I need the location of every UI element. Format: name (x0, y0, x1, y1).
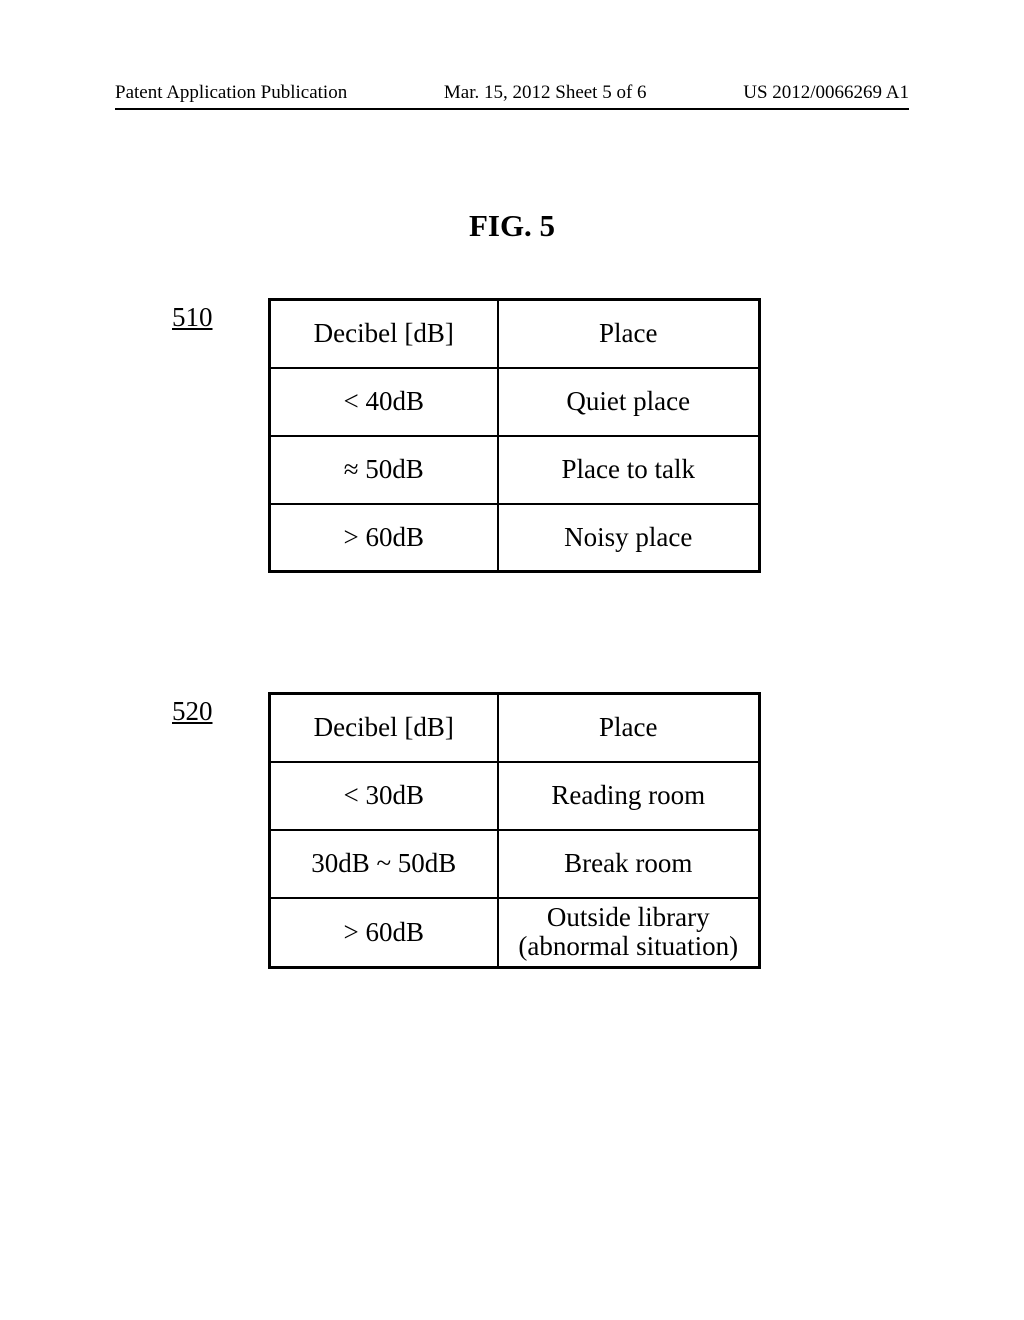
table-row: ≈ 50dB Place to talk (270, 436, 760, 504)
cell-place: Break room (498, 830, 760, 898)
reference-label-510: 510 (172, 302, 213, 333)
table-row: Decibel [dB] Place (270, 694, 760, 762)
cell-place: Reading room (498, 762, 760, 830)
table-520: Decibel [dB] Place < 30dB Reading room 3… (268, 692, 761, 969)
table-row: 30dB ~ 50dB Break room (270, 830, 760, 898)
table-header-place: Place (498, 694, 760, 762)
cell-place: Noisy place (498, 504, 760, 572)
cell-decibel: ≈ 50dB (270, 436, 498, 504)
table-row: > 60dB Noisy place (270, 504, 760, 572)
cell-place: Quiet place (498, 368, 760, 436)
table-header-place: Place (498, 300, 760, 368)
header-left: Patent Application Publication (115, 82, 347, 104)
header-center: Mar. 15, 2012 Sheet 5 of 6 (444, 82, 647, 104)
table-row: > 60dB Outside library(abnormal situatio… (270, 898, 760, 968)
table-header-decibel: Decibel [dB] (270, 694, 498, 762)
reference-label-520: 520 (172, 696, 213, 727)
table-row: < 30dB Reading room (270, 762, 760, 830)
table-510: Decibel [dB] Place < 40dB Quiet place ≈ … (268, 298, 761, 573)
cell-place: Outside library(abnormal situation) (498, 898, 760, 968)
figure-title: FIG. 5 (0, 208, 1024, 244)
cell-decibel: 30dB ~ 50dB (270, 830, 498, 898)
cell-decibel: < 40dB (270, 368, 498, 436)
cell-place: Place to talk (498, 436, 760, 504)
page-header: Patent Application Publication Mar. 15, … (115, 82, 909, 110)
table-row: Decibel [dB] Place (270, 300, 760, 368)
cell-decibel: > 60dB (270, 898, 498, 968)
cell-decibel: < 30dB (270, 762, 498, 830)
table-row: < 40dB Quiet place (270, 368, 760, 436)
header-right: US 2012/0066269 A1 (743, 82, 909, 104)
cell-decibel: > 60dB (270, 504, 498, 572)
table-header-decibel: Decibel [dB] (270, 300, 498, 368)
